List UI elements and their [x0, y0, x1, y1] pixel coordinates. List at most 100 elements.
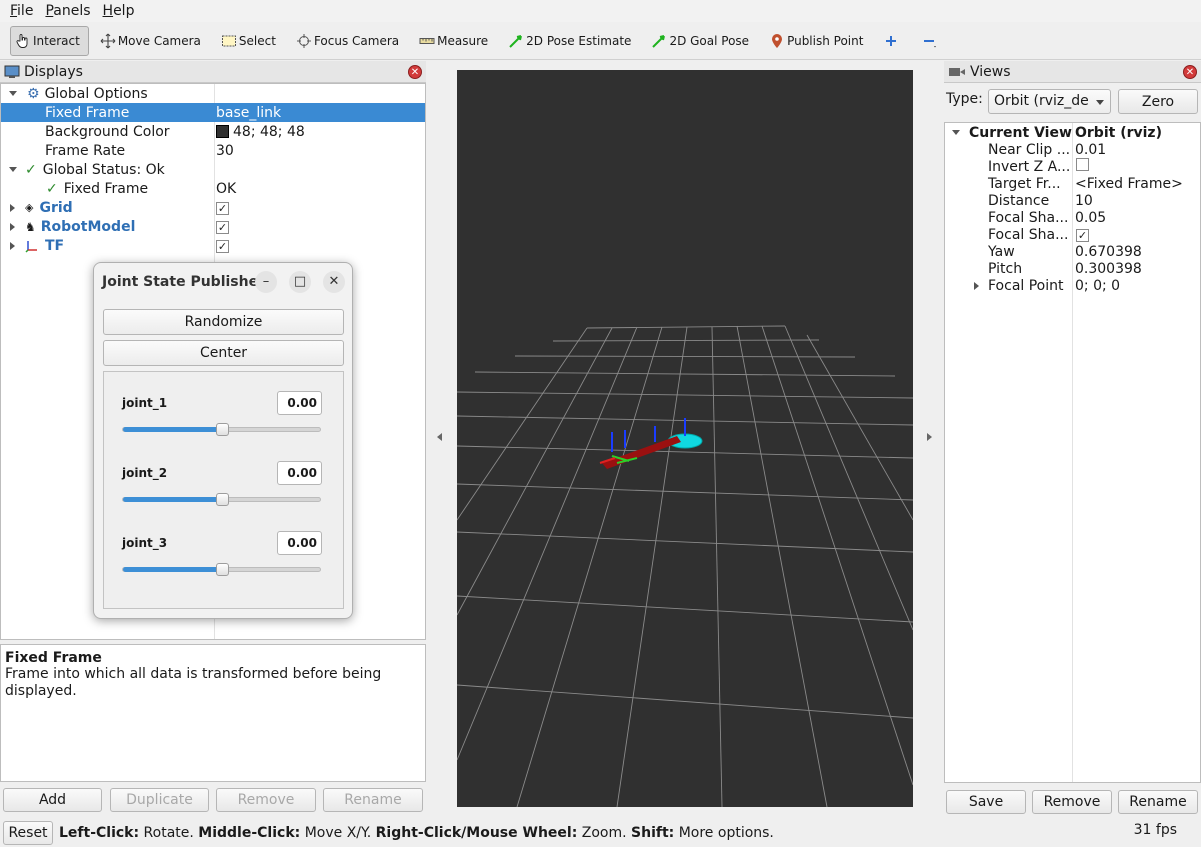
- duplicate-display-button[interactable]: Duplicate: [110, 788, 209, 812]
- gear-icon: ⚙: [27, 85, 40, 102]
- pose-estimate-label: 2D Pose Estimate: [526, 33, 632, 48]
- move-camera-tool[interactable]: Move Camera: [95, 26, 210, 56]
- add-tool-button[interactable]: [878, 26, 910, 56]
- zero-view-button[interactable]: Zero: [1118, 89, 1198, 114]
- pitch-value[interactable]: 0.300398: [1075, 261, 1142, 277]
- focal-point-value[interactable]: 0; 0; 0: [1075, 278, 1120, 294]
- reset-button[interactable]: Reset: [3, 820, 53, 845]
- close-icon[interactable]: ✕: [1183, 65, 1197, 79]
- tf-display-row[interactable]: TF ✓: [1, 236, 425, 255]
- joint-3-value-input[interactable]: 0.00: [277, 531, 322, 555]
- frame-rate-row[interactable]: Frame Rate 30: [1, 141, 425, 160]
- robot-model-enabled-checkbox[interactable]: ✓: [216, 219, 229, 235]
- grid-enabled-checkbox[interactable]: ✓: [216, 200, 229, 216]
- slider-handle[interactable]: [216, 563, 229, 576]
- tf-label: TF: [45, 237, 65, 254]
- select-label: Select: [238, 33, 276, 48]
- collapse-arrow-icon[interactable]: [974, 281, 979, 290]
- collapse-left-arrow-icon[interactable]: [437, 433, 442, 441]
- close-icon[interactable]: ✕: [323, 271, 345, 293]
- pose-estimate-tool[interactable]: 2D Pose Estimate: [503, 26, 640, 56]
- save-view-button[interactable]: Save: [946, 790, 1026, 814]
- joint-2-slider[interactable]: [122, 493, 321, 506]
- joint-1-slider[interactable]: [122, 423, 321, 436]
- map-pin-icon: [769, 33, 785, 49]
- fixed-frame-value[interactable]: base_link: [216, 105, 281, 121]
- camera-icon: [948, 65, 966, 79]
- robot-model-display-row[interactable]: ♞ RobotModel ✓: [1, 217, 425, 236]
- status-ok-value: OK: [216, 180, 237, 197]
- distance-label: Distance: [988, 192, 1050, 209]
- measure-label: Measure: [437, 33, 489, 48]
- background-color-value[interactable]: 48; 48; 48: [216, 124, 305, 140]
- slider-handle[interactable]: [216, 493, 229, 506]
- close-icon[interactable]: ✕: [408, 65, 422, 79]
- global-options-row[interactable]: ⚙ Global Options: [1, 84, 425, 103]
- green-arrow-icon: [651, 33, 667, 49]
- description-title: Fixed Frame: [5, 650, 102, 666]
- rename-view-button[interactable]: Rename: [1118, 790, 1198, 814]
- grid-icon: ◈: [25, 201, 34, 214]
- maximize-icon[interactable]: □: [289, 271, 311, 293]
- global-status-row[interactable]: ✓ Global Status: Ok: [1, 160, 425, 179]
- add-display-button[interactable]: Add: [3, 788, 102, 812]
- focal-shape-fixed-checkbox[interactable]: ✓: [1076, 227, 1089, 243]
- collapse-right-arrow-icon[interactable]: [927, 433, 932, 441]
- background-color-row[interactable]: Background Color 48; 48; 48: [1, 122, 425, 141]
- view-type-value: Orbit (rviz_def: [994, 93, 1089, 109]
- select-tool[interactable]: Select: [216, 26, 285, 56]
- collapse-arrow-icon[interactable]: [10, 241, 15, 250]
- randomize-button[interactable]: Randomize: [103, 309, 344, 335]
- collapse-arrow-icon[interactable]: [10, 222, 15, 231]
- joint-3-slider[interactable]: [122, 563, 321, 576]
- minimize-icon[interactable]: –: [255, 271, 277, 293]
- rename-display-button[interactable]: Rename: [323, 788, 423, 812]
- menu-panels[interactable]: Panels: [39, 3, 96, 19]
- expand-arrow-icon[interactable]: [9, 91, 17, 96]
- displays-title: Displays: [24, 63, 83, 80]
- distance-value[interactable]: 10: [1075, 193, 1093, 209]
- grid-display-row[interactable]: ◈ Grid ✓: [1, 198, 425, 217]
- remove-display-button[interactable]: Remove: [216, 788, 316, 812]
- frame-rate-value[interactable]: 30: [216, 143, 234, 159]
- menu-file[interactable]: File: [4, 3, 39, 19]
- measure-tool[interactable]: Measure: [414, 26, 497, 56]
- expand-arrow-icon[interactable]: [952, 130, 960, 135]
- joint-2-value-input[interactable]: 0.00: [277, 461, 322, 485]
- tf-enabled-checkbox[interactable]: ✓: [216, 238, 229, 254]
- grid-label: Grid: [39, 199, 73, 216]
- global-status-label: Global Status: Ok: [42, 161, 165, 178]
- dialog-title: Joint State Publisher: [102, 274, 265, 290]
- menu-help[interactable]: Help: [97, 3, 141, 19]
- center-button[interactable]: Center: [103, 340, 344, 366]
- focal-shape-size-value[interactable]: 0.05: [1075, 210, 1106, 226]
- joint-1-value-input[interactable]: 0.00: [277, 391, 322, 415]
- yaw-value[interactable]: 0.670398: [1075, 244, 1142, 260]
- 3d-viewport[interactable]: [456, 70, 914, 808]
- green-arrow-icon: [508, 33, 524, 49]
- views-tree: Current View Orbit (rviz) Near Clip ... …: [944, 122, 1201, 783]
- slider-handle[interactable]: [216, 423, 229, 436]
- focal-shape-fixed-label: Focal Sha...: [988, 226, 1069, 243]
- status-fixed-frame-row[interactable]: ✓ Fixed Frame OK: [1, 179, 425, 198]
- interact-tool[interactable]: Interact: [10, 25, 89, 56]
- target-frame-value[interactable]: <Fixed Frame>: [1075, 176, 1183, 192]
- hint-right-click: Right-Click/Mouse Wheel:: [375, 824, 578, 841]
- near-clip-value[interactable]: 0.01: [1075, 142, 1106, 158]
- focal-point-label: Focal Point: [988, 277, 1064, 294]
- goal-pose-label: 2D Goal Pose: [669, 33, 750, 48]
- global-options-label: Global Options: [44, 85, 148, 102]
- expand-arrow-icon[interactable]: [9, 167, 17, 172]
- goal-pose-tool[interactable]: 2D Goal Pose: [646, 26, 758, 56]
- fixed-frame-row[interactable]: Fixed Frame base_link: [1, 103, 425, 122]
- publish-point-tool[interactable]: Publish Point: [764, 26, 872, 56]
- view-prop-row[interactable]: Focal Point 0; 0; 0: [945, 276, 1200, 295]
- focus-camera-tool[interactable]: Focus Camera: [291, 26, 408, 56]
- collapse-arrow-icon[interactable]: [10, 203, 15, 212]
- focus-camera-label: Focus Camera: [313, 33, 400, 48]
- view-type-label: Type:: [946, 91, 983, 107]
- invert-z-checkbox[interactable]: [1076, 158, 1089, 175]
- view-type-select[interactable]: Orbit (rviz_def: [988, 89, 1111, 114]
- remove-tool-button[interactable]: [916, 26, 948, 56]
- remove-view-button[interactable]: Remove: [1032, 790, 1112, 814]
